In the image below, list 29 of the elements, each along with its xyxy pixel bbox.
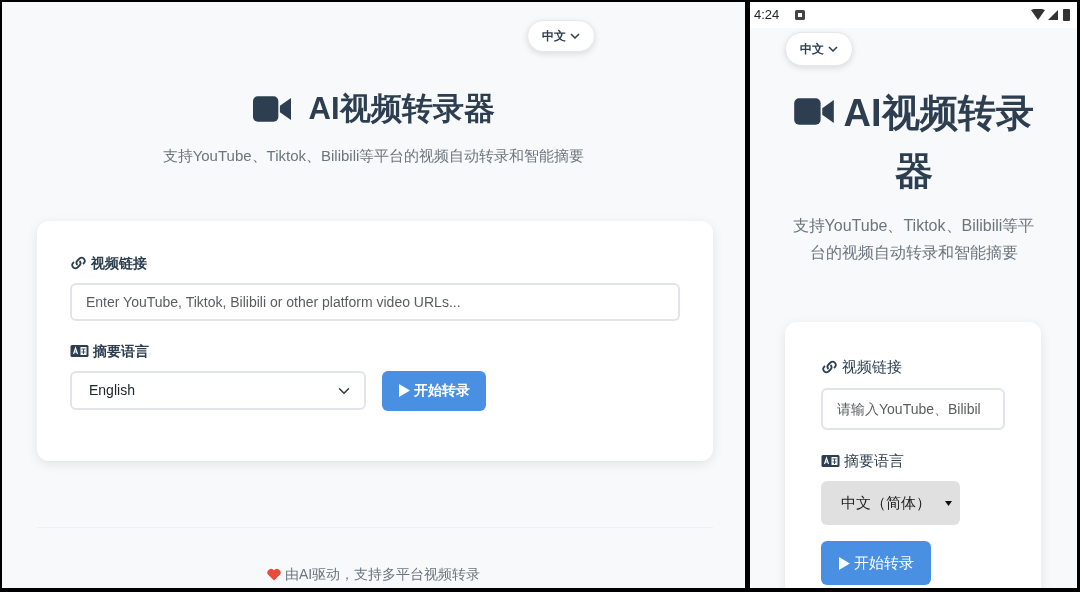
language-button[interactable]: 中文 xyxy=(785,32,853,66)
field-label: 视频链接 xyxy=(91,253,147,273)
field-label: 视频链接 xyxy=(842,357,902,377)
video-camera-icon xyxy=(793,95,834,128)
page-title: AI视频转录器 xyxy=(308,90,495,128)
language-button[interactable]: 中文 xyxy=(527,20,595,52)
play-icon xyxy=(838,556,850,570)
language-select[interactable]: 中文（简体） xyxy=(821,481,960,525)
language-select[interactable]: English xyxy=(70,371,366,411)
page-subtitle: 支持YouTube、Tiktok、Bilibili等平台的视频自动转录和智能摘要 xyxy=(161,146,586,167)
translate-icon xyxy=(70,344,89,359)
url-input[interactable]: 请输入YouTube、Bilibil xyxy=(821,387,1005,430)
page-subtitle: 支持YouTube、Tiktok、Bilibili等平台的视频自动转录和智能摘要 xyxy=(791,216,1036,263)
heart-icon xyxy=(266,567,281,581)
url-input[interactable]: Enter YouTube, Tiktok, Bilibili or other platform video URLs... xyxy=(70,282,680,321)
field-label: 摘要语言 xyxy=(844,450,904,471)
caret-down-icon xyxy=(945,500,952,506)
status-icons-drawing xyxy=(1031,9,1073,21)
translate-icon xyxy=(821,453,840,468)
status-time: 4:24 xyxy=(754,6,780,25)
link-icon xyxy=(821,359,838,376)
chevron-down-icon xyxy=(570,33,580,39)
footer-text: 由AI驱动，支持多平台视频转录 xyxy=(284,564,481,584)
field-label: 摘要语言 xyxy=(93,341,149,361)
chevron-down-icon xyxy=(828,46,838,52)
link-icon xyxy=(70,255,87,272)
play-icon xyxy=(398,384,410,398)
page-title: AI视频转录器 xyxy=(843,92,1034,192)
notification-icon xyxy=(795,10,806,20)
